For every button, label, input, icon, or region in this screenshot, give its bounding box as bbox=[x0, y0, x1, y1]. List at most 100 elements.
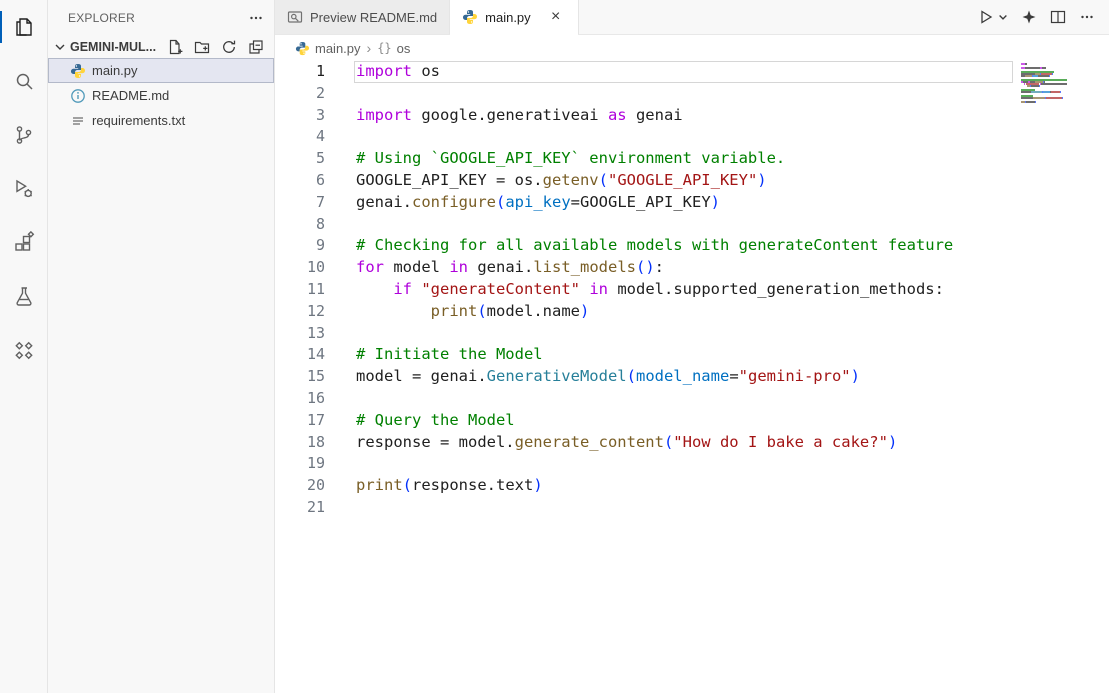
more-button[interactable] bbox=[1077, 7, 1097, 27]
sidebar-item-main-py[interactable]: main.py bbox=[48, 58, 274, 83]
code-token: # Checking for all available models with… bbox=[356, 236, 953, 254]
editor-actions bbox=[964, 0, 1109, 34]
refresh-button[interactable] bbox=[219, 37, 239, 57]
breadcrumb-file[interactable]: main.py bbox=[315, 41, 361, 56]
code-line[interactable]: 11 if "generateContent" in model.support… bbox=[275, 279, 1013, 301]
code-line[interactable]: 5 # Using `GOOGLE_API_KEY` environment va… bbox=[275, 148, 1013, 170]
new-file-button[interactable] bbox=[165, 37, 185, 57]
folder-header[interactable]: GEMINI-MUL... bbox=[48, 35, 274, 58]
python-icon bbox=[462, 9, 478, 25]
code-token: GOOGLE_API_KEY = os. bbox=[356, 171, 543, 189]
code-line[interactable]: 3import google.generativeai as genai bbox=[275, 105, 1013, 127]
line-number: 4 bbox=[275, 126, 325, 148]
code-line[interactable]: 2 bbox=[275, 83, 1013, 105]
code-token: api_key bbox=[505, 193, 570, 211]
minimap-seg bbox=[1060, 91, 1061, 93]
extensions-icon bbox=[12, 231, 36, 255]
file-name: requirements.txt bbox=[92, 113, 185, 128]
activity-item-run-debug[interactable] bbox=[0, 162, 47, 216]
sparkle-button[interactable] bbox=[1019, 7, 1039, 27]
code-line[interactable]: 1import os bbox=[275, 61, 1013, 83]
line-number: 17 bbox=[275, 410, 325, 432]
code-line-content: # Using `GOOGLE_API_KEY` environment var… bbox=[354, 148, 1013, 170]
collapse-all-button[interactable] bbox=[246, 37, 266, 57]
code-line[interactable]: 15model = genai.GenerativeModel(model_na… bbox=[275, 366, 1013, 388]
sidebar-item-readme-md[interactable]: README.md bbox=[48, 83, 274, 108]
code-line[interactable]: 16 bbox=[275, 388, 1013, 410]
code-line[interactable]: 12 print(model.name) bbox=[275, 301, 1013, 323]
breadcrumb: main.py › {} os bbox=[275, 35, 1109, 61]
symbol-braces-icon: {} bbox=[377, 41, 391, 55]
new-folder-button[interactable] bbox=[192, 37, 212, 57]
tab-label: Preview README.md bbox=[310, 10, 437, 25]
activity-item-extensions[interactable] bbox=[0, 216, 47, 270]
minimap-seg bbox=[1046, 97, 1063, 99]
code-line[interactable]: 6GOOGLE_API_KEY = os.getenv("GOOGLE_API_… bbox=[275, 170, 1013, 192]
code-line[interactable]: 9# Checking for all available models wit… bbox=[275, 235, 1013, 257]
code-token: ( bbox=[496, 193, 505, 211]
play-button[interactable] bbox=[976, 7, 996, 27]
activity-item-source-control[interactable] bbox=[0, 108, 47, 162]
line-number: 8 bbox=[275, 214, 325, 236]
line-number: 7 bbox=[275, 192, 325, 214]
new-file-icon bbox=[167, 39, 183, 55]
code-line[interactable]: 17# Query the Model bbox=[275, 410, 1013, 432]
code-area: 1import os23import google.generativeai a… bbox=[275, 61, 1109, 519]
activity-item-search[interactable] bbox=[0, 54, 47, 108]
code-token: response = model. bbox=[356, 433, 515, 451]
code-line-content: GOOGLE_API_KEY = os.getenv("GOOGLE_API_K… bbox=[354, 170, 1013, 192]
file-name: README.md bbox=[92, 88, 169, 103]
code-token: for bbox=[356, 258, 384, 276]
code-token bbox=[356, 280, 393, 298]
code-line[interactable]: 19 bbox=[275, 453, 1013, 475]
minimap-seg bbox=[1038, 75, 1049, 77]
code-token bbox=[356, 302, 431, 320]
chevron-down-small-button[interactable] bbox=[996, 7, 1010, 27]
minimap[interactable] bbox=[1021, 63, 1107, 105]
code-token: generate_content bbox=[515, 433, 664, 451]
code-token: as bbox=[608, 106, 627, 124]
code-line[interactable]: 7genai.configure(api_key=GOOGLE_API_KEY) bbox=[275, 192, 1013, 214]
code-line[interactable]: 18response = model.generate_content("How… bbox=[275, 432, 1013, 454]
code-token: ( bbox=[477, 302, 486, 320]
close-icon[interactable]: × bbox=[546, 7, 566, 27]
blocks-icon bbox=[12, 339, 36, 363]
code-token: "gemini-pro" bbox=[739, 367, 851, 385]
activity-item-code-assist[interactable] bbox=[0, 324, 47, 378]
code-token: os bbox=[412, 62, 440, 80]
split-editor-button[interactable] bbox=[1048, 7, 1068, 27]
minimap-seg bbox=[1033, 97, 1045, 99]
info-icon bbox=[70, 88, 86, 104]
code-line[interactable]: 8 bbox=[275, 214, 1013, 236]
activity-item-testing[interactable] bbox=[0, 270, 47, 324]
code-line[interactable]: 20print(response.text) bbox=[275, 475, 1013, 497]
tab-main-py[interactable]: main.py× bbox=[450, 0, 579, 34]
breadcrumb-symbol[interactable]: os bbox=[397, 41, 411, 56]
code-token: ( bbox=[664, 433, 673, 451]
run-debug-icon bbox=[12, 177, 36, 201]
python-icon bbox=[295, 41, 310, 56]
sidebar-item-requirements-txt[interactable]: requirements.txt bbox=[48, 108, 274, 133]
code-line[interactable]: 10for model in genai.list_models(): bbox=[275, 257, 1013, 279]
tab-bar: Preview README.md main.py× bbox=[275, 0, 1109, 35]
code-token: if bbox=[393, 280, 412, 298]
explorer-more-button[interactable] bbox=[246, 8, 266, 28]
line-number: 10 bbox=[275, 257, 325, 279]
code-line-content: model = genai.GenerativeModel(model_name… bbox=[354, 366, 1013, 388]
editor[interactable]: 1import os23import google.generativeai a… bbox=[275, 61, 1109, 693]
activity-item-explorer[interactable] bbox=[0, 0, 47, 54]
code-token: model.name bbox=[487, 302, 580, 320]
line-number: 3 bbox=[275, 105, 325, 127]
minimap-seg bbox=[1049, 75, 1050, 77]
code-token bbox=[412, 280, 421, 298]
code-token bbox=[580, 280, 589, 298]
code-line[interactable]: 14# Initiate the Model bbox=[275, 344, 1013, 366]
code-token: "generateContent" bbox=[421, 280, 580, 298]
line-number: 18 bbox=[275, 432, 325, 454]
line-number: 5 bbox=[275, 148, 325, 170]
code-line[interactable]: 21 bbox=[275, 497, 1013, 519]
code-line[interactable]: 4 bbox=[275, 126, 1013, 148]
minimap-seg bbox=[1031, 85, 1038, 87]
code-line[interactable]: 13 bbox=[275, 323, 1013, 345]
tab-preview-readme-md[interactable]: Preview README.md bbox=[275, 0, 450, 34]
